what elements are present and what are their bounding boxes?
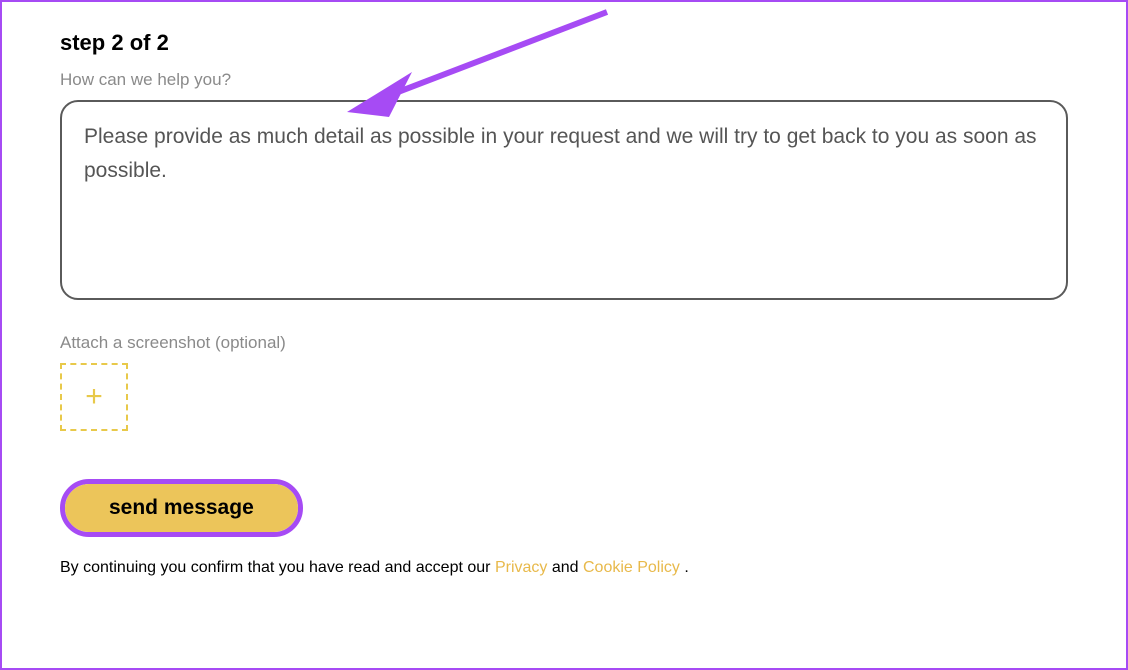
step-title: step 2 of 2 (60, 30, 1068, 56)
send-button-highlight: send message (60, 479, 303, 537)
form-container: step 2 of 2 How can we help you? Attach … (0, 0, 1128, 670)
help-label: How can we help you? (60, 70, 1068, 90)
plus-icon: + (85, 382, 103, 412)
privacy-link[interactable]: Privacy (495, 559, 547, 576)
disclaimer-prefix: By continuing you confirm that you have … (60, 559, 495, 576)
disclaimer-suffix: . (684, 559, 688, 576)
cookie-policy-link[interactable]: Cookie Policy (583, 559, 684, 576)
disclaimer-text: By continuing you confirm that you have … (60, 559, 1068, 577)
send-message-button[interactable]: send message (65, 484, 298, 532)
disclaimer-and: and (547, 559, 583, 576)
attach-label: Attach a screenshot (optional) (60, 333, 1068, 353)
message-textarea[interactable] (60, 100, 1068, 300)
attach-screenshot-button[interactable]: + (60, 363, 128, 431)
